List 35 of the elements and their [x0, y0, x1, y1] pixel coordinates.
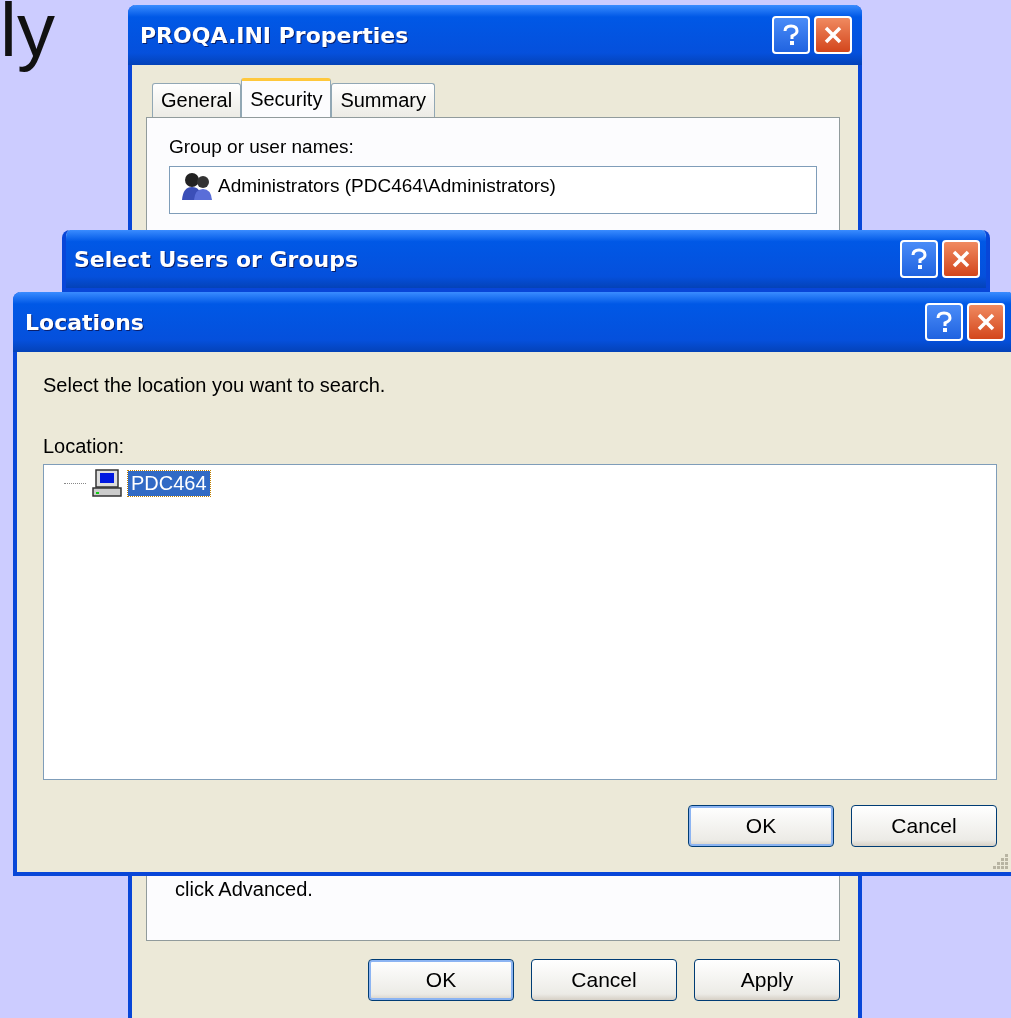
close-icon [952, 250, 970, 268]
window-title: PROQA.INI Properties [140, 22, 409, 48]
location-tree[interactable]: PDC464 [43, 464, 997, 780]
user-group-icon [180, 171, 214, 201]
user-name[interactable]: Administrators (PDC464\Administrators) [218, 175, 556, 197]
help-button[interactable] [772, 16, 810, 54]
window-title: Select Users or Groups [74, 246, 359, 272]
close-button[interactable] [967, 303, 1005, 341]
tab[interactable]: General [152, 83, 242, 117]
help-icon [935, 311, 953, 333]
location-label: Location: [43, 435, 126, 458]
prompt-text: Select the location you want to search. [43, 374, 387, 397]
resize-grip-icon [991, 852, 1009, 870]
dialog-button[interactable]: OK [688, 805, 834, 847]
group-label: Group or user names: [169, 136, 355, 158]
dialog-button[interactable]: Cancel [531, 959, 677, 1001]
close-button[interactable] [942, 240, 980, 278]
tab[interactable]: Summary [331, 83, 435, 117]
help-button[interactable] [900, 240, 938, 278]
tree-line [64, 482, 86, 484]
advanced-hint: click Advanced. [175, 878, 313, 901]
user-list[interactable]: Administrators (PDC464\Administrators) [169, 166, 817, 214]
dialog-button[interactable]: Apply [694, 959, 840, 1001]
dialog-button[interactable]: Cancel [851, 805, 997, 847]
help-icon [910, 248, 928, 270]
window-title: Locations [25, 309, 144, 335]
close-button[interactable] [814, 16, 852, 54]
dialog-button[interactable]: OK [368, 959, 514, 1001]
tab[interactable]: Security [241, 78, 332, 118]
close-icon [977, 313, 995, 331]
help-icon [782, 24, 800, 46]
help-button[interactable] [925, 303, 963, 341]
tree-item[interactable]: PDC464 [128, 470, 210, 496]
computer-icon [92, 469, 122, 497]
close-icon [824, 26, 842, 44]
